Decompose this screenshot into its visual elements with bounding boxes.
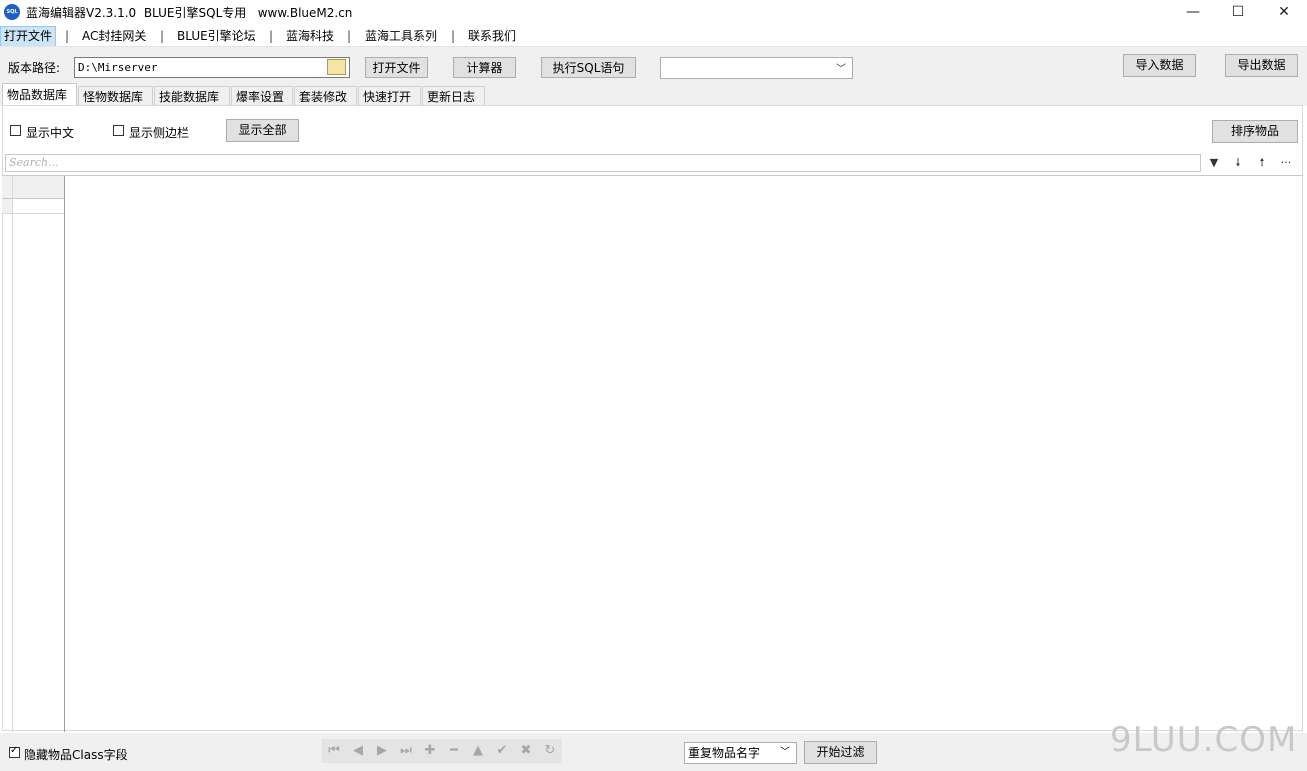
tab-drop-rate[interactable]: 爆率设置 (231, 86, 293, 106)
export-data-button[interactable]: 导出数据 (1225, 54, 1298, 77)
menu-separator: | (451, 29, 456, 43)
refresh-record-icon[interactable]: ↻ (538, 741, 562, 761)
grid-row-line (2, 213, 64, 214)
row-indicator (2, 199, 12, 213)
show-sidebar-label: 显示侧边栏 (129, 126, 190, 140)
tab-bar: 物品数据库 怪物数据库 技能数据库 爆率设置 套装修改 快速打开 更新日志 (0, 82, 1307, 107)
more-options-icon[interactable]: ··· (1276, 155, 1296, 171)
filter-icon[interactable]: ▼ (1204, 155, 1224, 171)
path-input[interactable]: D:\Mirserver (74, 57, 350, 78)
delete-record-icon[interactable]: ━ (442, 741, 466, 761)
show-sidebar-checkbox[interactable] (113, 125, 124, 136)
tab-monster-db[interactable]: 怪物数据库 (78, 86, 153, 106)
menu-separator: | (269, 29, 274, 43)
show-chinese-label: 显示中文 (26, 126, 75, 140)
menu-ac-gateway[interactable]: AC封挂网关 (79, 26, 149, 46)
menu-separator: | (347, 29, 352, 43)
last-record-icon[interactable]: ⏭ (394, 741, 418, 761)
post-record-icon[interactable]: ✔ (490, 741, 514, 761)
tab-items-db[interactable]: 物品数据库 (2, 83, 77, 107)
watermark: 9LUU.COM (1110, 720, 1298, 760)
sort-ascending-icon[interactable]: 🠕 (1252, 155, 1272, 171)
title-bar: SQL 蓝海编辑器V2.3.1.0 BLUE引擎SQL专用 www.BlueM2… (0, 0, 1307, 24)
chevron-down-icon: ﹀ (780, 747, 790, 758)
next-record-icon[interactable]: ▶ (370, 741, 394, 761)
menu-blue-forum[interactable]: BLUE引擎论坛 (174, 26, 259, 46)
app-icon: SQL (4, 4, 20, 20)
tab-skill-db[interactable]: 技能数据库 (154, 86, 230, 106)
sql-combo-select[interactable]: ﹀ (660, 57, 853, 79)
hide-class-label: 隐藏物品Class字段 (24, 748, 128, 762)
first-record-icon[interactable]: ⏮ (322, 741, 346, 761)
import-data-button[interactable]: 导入数据 (1123, 54, 1196, 77)
show-all-button[interactable]: 显示全部 (226, 119, 299, 142)
edit-record-icon[interactable]: ▲ (466, 741, 490, 761)
sort-descending-icon[interactable]: 🠗 (1228, 155, 1248, 171)
duplicate-filter-select[interactable]: 重复物品名字 ﹀ (684, 742, 797, 764)
menu-tool-series[interactable]: 蓝海工具系列 (362, 26, 440, 46)
menu-contact-us[interactable]: 联系我们 (465, 26, 519, 46)
menu-lanhai-tech[interactable]: 蓝海科技 (283, 26, 337, 46)
menu-separator: | (160, 29, 165, 43)
grid-col-line (64, 176, 65, 732)
search-input[interactable]: Search... (5, 154, 1201, 172)
close-button[interactable]: ✕ (1261, 0, 1307, 24)
insert-record-icon[interactable]: ✚ (418, 741, 442, 761)
exec-sql-button[interactable]: 执行SQL语句 (541, 57, 636, 78)
cancel-record-icon[interactable]: ✖ (514, 741, 538, 761)
record-navigator: ⏮ ◀ ▶ ⏭ ✚ ━ ▲ ✔ ✖ ↻ (322, 739, 562, 763)
maximize-button[interactable]: ☐ (1215, 0, 1261, 24)
tab-quick-open[interactable]: 快速打开 (358, 86, 421, 106)
tab-suit-edit[interactable]: 套装修改 (294, 86, 357, 106)
data-grid[interactable] (2, 175, 1303, 732)
sort-items-button[interactable]: 排序物品 (1212, 120, 1298, 143)
path-label: 版本路径: (8, 61, 61, 75)
window-title: 蓝海编辑器V2.3.1.0 BLUE引擎SQL专用 www.BlueM2.cn (26, 6, 353, 20)
menu-separator: | (65, 29, 70, 43)
toolbar: 版本路径: D:\Mirserver 打开文件 计算器 执行SQL语句 ﹀ 导入… (0, 46, 1307, 83)
open-file-button[interactable]: 打开文件 (365, 57, 428, 78)
start-filter-button[interactable]: 开始过滤 (804, 741, 877, 764)
chevron-down-icon: ﹀ (836, 64, 846, 75)
menu-bar: 打开文件 | AC封挂网关 | BLUE引擎论坛 | 蓝海科技 | 蓝海工具系列… (0, 26, 1307, 48)
menu-open-file[interactable]: 打开文件 (0, 26, 57, 48)
duplicate-filter-value: 重复物品名字 (688, 746, 761, 760)
folder-icon[interactable] (327, 59, 346, 75)
prior-record-icon[interactable]: ◀ (346, 741, 370, 761)
tab-update-log[interactable]: 更新日志 (422, 86, 485, 106)
show-chinese-checkbox[interactable] (10, 125, 21, 136)
grid-indicator-line (12, 176, 13, 732)
hide-class-checkbox[interactable] (9, 745, 20, 758)
minimize-button[interactable]: — (1170, 0, 1216, 24)
calculator-button[interactable]: 计算器 (453, 57, 516, 78)
